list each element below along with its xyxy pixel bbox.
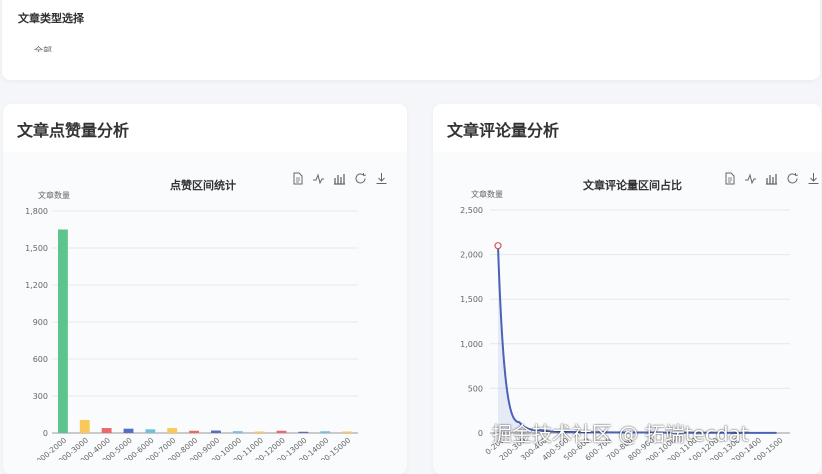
comments-series-line[interactable] — [497, 245, 777, 434]
comments-area-fill — [498, 245, 777, 433]
likes-bar[interactable] — [145, 429, 156, 433]
likes-bar[interactable] — [58, 229, 68, 434]
likes-y-tick-label: 0 — [43, 429, 48, 438]
likes-bar[interactable] — [79, 420, 90, 433]
comments-y-tick-label: 500 — [468, 384, 483, 393]
likes-bar[interactable] — [276, 430, 287, 433]
comments-y-tick-label: 2,500 — [460, 206, 483, 215]
comments-y-axis-label: 文章数量 — [471, 189, 503, 199]
likes-bar-chart: 文章数量03006009001,2001,5001,8001000-200020… — [25, 189, 790, 460]
comments-y-tick-label: 0 — [478, 429, 483, 438]
likes-bar[interactable] — [101, 428, 112, 433]
likes-y-tick-label: 1,800 — [25, 207, 48, 216]
likes-y-axis-label: 文章数量 — [38, 190, 70, 200]
comments-y-tick-label: 1,500 — [460, 295, 483, 304]
comments-data-point[interactable] — [494, 242, 502, 250]
likes-bar[interactable] — [232, 431, 243, 433]
likes-bar[interactable] — [189, 430, 199, 433]
likes-y-tick-label: 900 — [33, 318, 48, 327]
likes-bar[interactable] — [298, 431, 309, 433]
likes-bar[interactable] — [254, 431, 265, 433]
likes-y-tick-label: 600 — [33, 355, 48, 364]
likes-y-tick-label: 1,500 — [25, 244, 48, 253]
likes-bar[interactable] — [320, 431, 331, 433]
likes-bar[interactable] — [342, 431, 352, 433]
comments-y-tick-label: 2,000 — [460, 251, 483, 260]
watermark-text: 掘金技术社区 @ 拓端tecdat — [492, 422, 749, 446]
likes-bar[interactable] — [123, 428, 134, 433]
likes-y-tick-label: 300 — [33, 392, 48, 401]
comments-y-tick-label: 1,000 — [460, 340, 483, 349]
likes-y-tick-label: 1,200 — [25, 281, 48, 290]
likes-bar[interactable] — [167, 428, 178, 433]
likes-bar[interactable] — [211, 430, 221, 433]
